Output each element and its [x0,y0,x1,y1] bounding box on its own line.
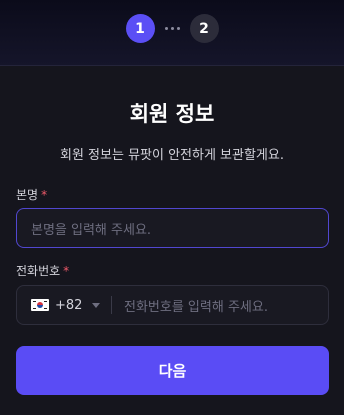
phone-label: 전화번호 * [16,262,69,279]
name-label-text: 본명 [16,188,39,202]
stepper: 1 2 [0,14,344,43]
name-input-placeholder: 본명을 입력해 주세요. [31,222,152,238]
step-2-indicator: 2 [189,14,219,43]
phone-field: +82 전화번호를 입력해 주세요. [16,285,329,325]
dot [170,27,174,30]
step-connector-dots [164,27,180,30]
country-code: +82 [55,297,83,313]
name-label: 본명 * [16,186,47,203]
phone-label-text: 전화번호 [16,264,61,278]
dot [164,27,168,30]
page-subtitle: 회원 정보는 뮤팟이 안전하게 보관할게요. [60,148,284,163]
step-1-indicator: 1 [125,14,155,43]
next-button[interactable]: 다음 [16,346,329,395]
required-mark: * [41,188,48,202]
chevron-down-icon [92,302,101,308]
country-code-select[interactable]: +82 [17,286,111,324]
phone-input[interactable]: 전화번호를 입력해 주세요. [112,296,268,315]
top-bar: 1 2 [0,0,344,66]
required-mark: * [63,264,70,278]
name-input[interactable]: 본명을 입력해 주세요. [16,208,329,248]
dot [176,27,180,30]
south-korea-flag-icon [31,299,49,311]
page-title: 회원 정보 [129,102,215,126]
